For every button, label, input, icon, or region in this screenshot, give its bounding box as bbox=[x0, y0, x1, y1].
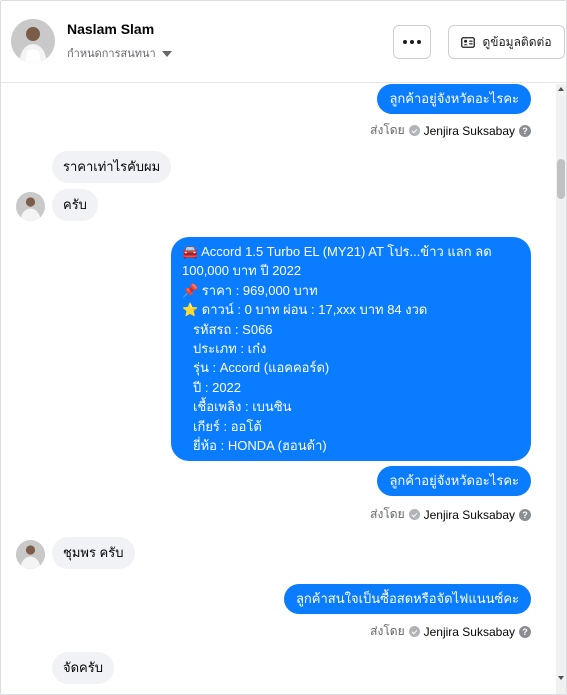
contact-card-icon bbox=[461, 36, 476, 48]
messenger-window: Naslam Slam กำหนดการสนทนา ดูข้อมูลติดต่อ… bbox=[0, 0, 567, 695]
help-circle-icon[interactable]: ? bbox=[519, 508, 531, 521]
help-circle-icon[interactable]: ? bbox=[519, 625, 531, 638]
conversation-header: Naslam Slam กำหนดการสนทนา ดูข้อมูลติดต่อ bbox=[1, 1, 566, 83]
incoming-message[interactable]: ชุมพร ครับ bbox=[52, 537, 135, 569]
detail-line: เชื้อเพลิง : เบนซิน bbox=[193, 399, 292, 415]
more-options-button[interactable] bbox=[393, 25, 431, 59]
detail-line: ยี่ห้อ : HONDA (ฮอนด้า) bbox=[193, 438, 327, 454]
contact-name: Naslam Slam bbox=[67, 21, 155, 37]
scroll-up-arrow-icon[interactable] bbox=[558, 87, 564, 91]
detail-line: 100,000 บาท ปี 2022 bbox=[182, 263, 302, 279]
vehicle-detail-message[interactable]: 🚘 Accord 1.5 Turbo EL (MY21) AT โปร...ข้… bbox=[171, 237, 531, 461]
outgoing-message[interactable]: ลูกค้าอยู่จังหวัดอะไรคะ bbox=[377, 466, 531, 496]
detail-line: ปี : 2022 bbox=[193, 379, 242, 395]
scrollbar-thumb[interactable] bbox=[557, 159, 565, 199]
detail-line: รุ่น : Accord (แอคคอร์ด) bbox=[193, 360, 330, 376]
more-horizontal-icon bbox=[403, 40, 421, 44]
detail-line: ⭐ ดาวน์ : 0 บาท ผ่อน : 17,xxx บาท 84 งวด bbox=[182, 302, 428, 318]
outgoing-message[interactable]: ลูกค้าสนใจเป็นซื้อสดหรือจัดไฟแนนซ์คะ bbox=[283, 584, 531, 614]
view-contact-info-label: ดูข้อมูลติดต่อ bbox=[482, 34, 552, 49]
scroll-down-arrow-icon[interactable] bbox=[558, 676, 564, 680]
conversation-status-dropdown[interactable]: กำหนดการสนทนา bbox=[67, 44, 172, 62]
sent-by-line: ส่งโดย Jenjira Suksabay ? bbox=[370, 121, 531, 140]
contact-avatar-small bbox=[16, 192, 45, 221]
sent-by-label: ส่งโดย bbox=[370, 123, 405, 137]
caret-down-icon bbox=[161, 50, 172, 57]
sender-name: Jenjira Suksabay bbox=[423, 507, 515, 522]
detail-line: 🚘 Accord 1.5 Turbo EL (MY21) AT โปร...ข้… bbox=[182, 244, 492, 259]
incoming-message[interactable]: ครับ bbox=[52, 189, 98, 221]
outgoing-message[interactable]: ลูกค้าอยู่จังหวัดอะไรคะ bbox=[377, 84, 531, 114]
incoming-message[interactable]: ราคาเท่าไรคับผม bbox=[52, 151, 172, 183]
detail-line: 📌 ราคา : 969,000 บาท bbox=[182, 282, 318, 298]
detail-line: รหัสรถ : S066 bbox=[193, 321, 273, 337]
check-circle-icon bbox=[408, 626, 420, 637]
check-circle-icon bbox=[408, 509, 420, 520]
help-circle-icon[interactable]: ? bbox=[519, 124, 531, 137]
view-contact-info-button[interactable]: ดูข้อมูลติดต่อ bbox=[448, 25, 565, 59]
contact-avatar[interactable] bbox=[11, 19, 55, 63]
incoming-message[interactable]: จัดครับ bbox=[52, 652, 114, 684]
detail-line: เกียร์ : ออโต้ bbox=[193, 418, 262, 434]
sent-by-line: ส่งโดย Jenjira Suksabay ? bbox=[370, 622, 531, 641]
sender-name: Jenjira Suksabay bbox=[423, 624, 515, 639]
detail-line: ประเภท : เก๋ง bbox=[193, 341, 267, 357]
sent-by-line: ส่งโดย Jenjira Suksabay ? bbox=[370, 505, 531, 524]
conversation-status-label: กำหนดการสนทนา bbox=[67, 48, 156, 60]
thread-scrollbar[interactable] bbox=[556, 84, 566, 694]
sent-by-label: ส่งโดย bbox=[370, 624, 405, 638]
check-circle-icon bbox=[408, 125, 420, 136]
sent-by-label: ส่งโดย bbox=[370, 507, 405, 521]
sender-name: Jenjira Suksabay bbox=[423, 123, 515, 138]
message-thread[interactable]: ลูกค้าอยู่จังหวัดอะไรคะ ส่งโดย Jenjira S… bbox=[1, 84, 558, 694]
contact-avatar-small bbox=[16, 540, 45, 569]
